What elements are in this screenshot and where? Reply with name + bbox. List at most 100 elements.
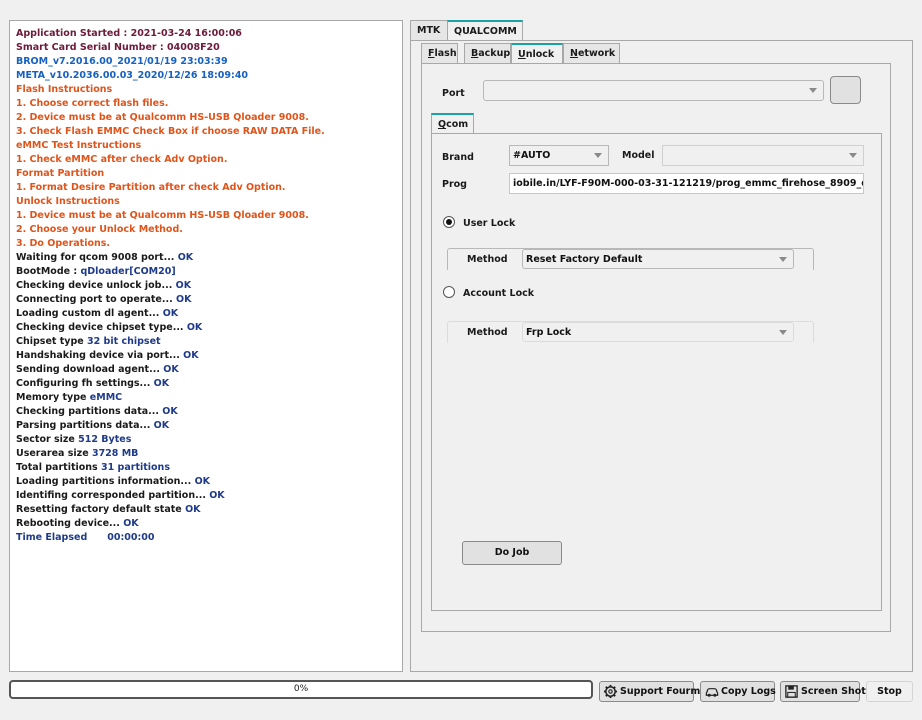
log-line: Userarea size 3728 MB xyxy=(16,447,402,461)
tab-network[interactable]: Network xyxy=(563,43,620,63)
account-lock-label: Account Lock xyxy=(463,288,535,299)
log-line: META_v10.2036.00.03_2020/12/26 18:09:40 xyxy=(16,69,402,83)
floppy-icon xyxy=(785,685,798,698)
tab-qualcomm[interactable]: QUALCOMM xyxy=(447,20,523,41)
log-line: Smart Card Serial Number : 04008F20 xyxy=(16,41,402,55)
log-segment: Total partitions xyxy=(16,462,102,473)
log-segment: META_v10.2036.00.03_2020/12/26 18:09:40 xyxy=(16,70,249,81)
log-segment: OK xyxy=(163,364,179,375)
user-lock-method-value: Reset Factory Default xyxy=(526,254,643,265)
log-line: Application Started : 2021-03-24 16:00:0… xyxy=(16,27,402,41)
log-segment: OK xyxy=(176,294,192,305)
log-segment: Checking partitions data... xyxy=(16,406,163,417)
support-forum-button[interactable]: Support Fourm xyxy=(599,681,700,702)
log-line: Unlock Instructions xyxy=(16,195,402,209)
log-segment: Memory type xyxy=(16,392,90,403)
log-line: Loading partitions information... OK xyxy=(16,475,402,489)
account-lock-method-select[interactable]: Frp Lock xyxy=(522,322,794,342)
tab-backup[interactable]: Backup xyxy=(464,43,511,63)
log-segment: OK xyxy=(153,378,170,389)
log-segment: 3. Check Flash EMMC Check Box if choose … xyxy=(16,126,325,137)
log-segment: Userarea size xyxy=(16,448,92,459)
log-segment: Identifing corresponded partition... xyxy=(16,490,210,501)
log-line: Resetting factory default state OK xyxy=(16,503,402,517)
tab-qualcomm-label: QUALCOMM xyxy=(454,26,517,37)
log-line: 1. Choose correct flash files. xyxy=(16,97,402,111)
stop-label: Stop xyxy=(877,686,902,697)
log-line: 1. Check eMMC after check Adv Option. xyxy=(16,153,402,167)
tab-qcom[interactable]: Qcom xyxy=(431,113,474,134)
log-segment: 32 bit chipset xyxy=(87,336,161,347)
log-segment: OK xyxy=(162,308,179,319)
progress-bar: 0% xyxy=(9,680,593,699)
log-segment: Loading custom dl agent... xyxy=(16,308,163,319)
log-line: Checking device chipset type... OK xyxy=(16,321,402,335)
log-segment: Checking device unlock job... xyxy=(16,280,176,291)
log-line: Total partitions 31 partitions xyxy=(16,461,402,475)
stop-button[interactable]: Stop xyxy=(866,681,913,702)
log-segment: 3. Do Operations. xyxy=(16,238,111,249)
log-line: BROM_v7.2016.00_2021/01/19 23:03:39 xyxy=(16,55,402,69)
tab-qcom-rest: com xyxy=(446,119,469,130)
qcom-panel xyxy=(431,133,882,611)
user-lock-method-select[interactable]: Reset Factory Default xyxy=(522,249,794,269)
port-refresh-button[interactable] xyxy=(830,76,861,104)
log-line: 1. Format Desire Partition after check A… xyxy=(16,181,402,195)
log-line: 1. Device must be at Qualcomm HS-USB Qlo… xyxy=(16,209,402,223)
port-label: Port xyxy=(442,88,465,99)
screen-shot-button[interactable]: Screen Shot xyxy=(780,681,866,702)
chevron-down-icon xyxy=(779,330,787,335)
prog-input[interactable]: iobile.in/LYF-F90M-000-03-31-121219/prog… xyxy=(509,173,864,194)
time-elapsed-label: Time Elapsed xyxy=(16,532,88,543)
model-label: Model xyxy=(622,150,655,161)
tab-unlock[interactable]: Unlock xyxy=(511,43,563,64)
log-line: Checking partitions data... OK xyxy=(16,405,402,419)
log-segment: Waiting for qcom 9008 port... xyxy=(16,252,178,263)
log-segment: 512 Bytes xyxy=(78,434,132,445)
tab-mtk[interactable]: MTK xyxy=(410,20,448,40)
port-select[interactable] xyxy=(483,80,824,101)
brand-value: #AUTO xyxy=(513,150,551,161)
log-segment: 1. Choose correct flash files. xyxy=(16,98,169,109)
log-segment: 1. Format Desire Partition after check A… xyxy=(16,182,286,193)
do-job-button[interactable]: Do Job xyxy=(462,541,562,565)
log-segment: Application Started : 2021-03-24 16:00:0… xyxy=(16,28,242,39)
tab-qcom-mnemonic: Q xyxy=(438,119,447,130)
copy-logs-button[interactable]: Copy Logs xyxy=(700,681,776,702)
chevron-down-icon xyxy=(809,88,817,93)
log-segment: OK xyxy=(194,476,210,487)
tab-network-rest: etwork xyxy=(577,48,616,59)
log-segment: BROM_v7.2016.00_2021/01/19 23:03:39 xyxy=(16,56,228,67)
brand-select[interactable]: #AUTO xyxy=(509,145,609,166)
log-segment: Format Partition xyxy=(16,168,105,179)
user-lock-label: User Lock xyxy=(463,218,516,229)
log-line: Waiting for qcom 9008 port... OK xyxy=(16,251,402,265)
log-line: Handshaking device via port... OK xyxy=(16,349,402,363)
log-segment: 31 partitions xyxy=(101,462,170,473)
log-line: Checking device unlock job... OK xyxy=(16,279,402,293)
log-line: Loading custom dl agent... OK xyxy=(16,307,402,321)
time-elapsed-row: Time Elapsed 00:00:00 xyxy=(16,531,402,545)
log-line: Chipset type 32 bit chipset xyxy=(16,335,402,349)
log-segment: OK xyxy=(186,322,203,333)
log-line: Identifing corresponded partition... OK xyxy=(16,489,402,503)
log-segment: 3728 MB xyxy=(91,448,139,459)
log-segment: Smart Card Serial Number : 04008F20 xyxy=(16,42,220,53)
user-lock-radio[interactable] xyxy=(443,216,455,228)
gear-icon xyxy=(603,684,618,699)
tab-flash[interactable]: Flash xyxy=(421,43,458,63)
model-select[interactable] xyxy=(662,145,864,166)
progress-text: 0% xyxy=(293,684,309,694)
log-segment: Sector size xyxy=(16,434,79,445)
log-panel[interactable]: Application Started : 2021-03-24 16:00:0… xyxy=(9,20,403,672)
chevron-down-icon xyxy=(779,257,787,262)
log-segment: OK xyxy=(209,490,225,501)
log-segment: Parsing partitions data... xyxy=(16,420,154,431)
tab-unlock-rest: nlock xyxy=(525,49,555,60)
log-segment: 2. Choose your Unlock Method. xyxy=(16,224,183,235)
log-line: Format Partition xyxy=(16,167,402,181)
account-lock-radio[interactable] xyxy=(443,286,455,298)
log-line: Parsing partitions data... OK xyxy=(16,419,402,433)
log-segment: eMMC Test Instructions xyxy=(16,140,142,151)
log-line: eMMC Test Instructions xyxy=(16,139,402,153)
